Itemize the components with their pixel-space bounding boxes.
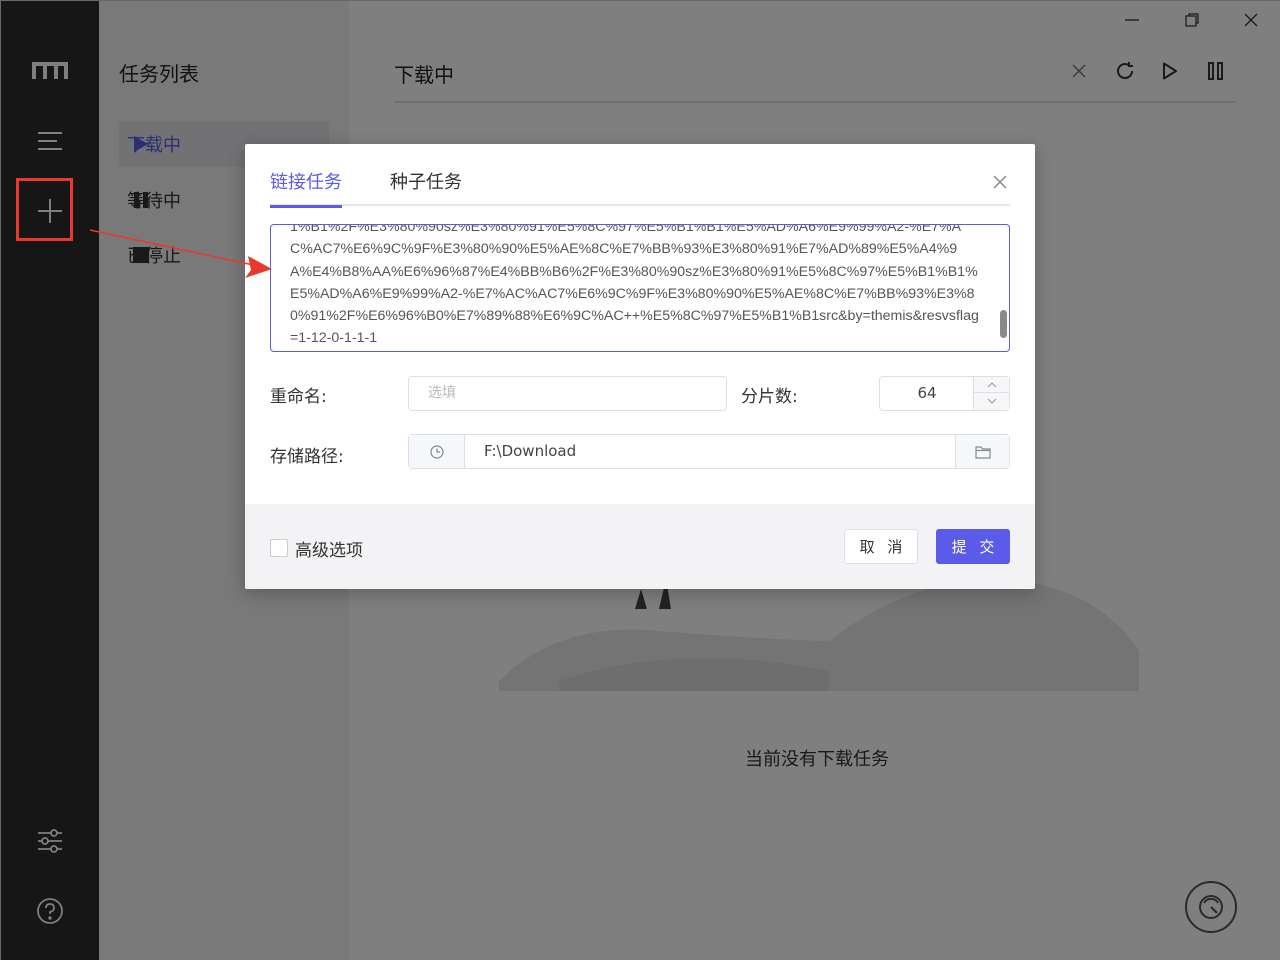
chevron-down-icon[interactable] <box>974 393 1009 409</box>
annotation-highlight-box <box>16 178 73 241</box>
dialog-close-icon[interactable] <box>990 172 1010 192</box>
rename-input[interactable]: 选填 <box>408 376 727 411</box>
split-label: 分片数: <box>741 387 798 407</box>
path-label: 存储路径: <box>270 447 344 467</box>
dialog-footer: 高级选项 取 消 提 交 <box>245 504 1035 589</box>
stepper-controls <box>973 377 1009 410</box>
cancel-button[interactable]: 取 消 <box>844 529 918 564</box>
url-text: 1%B1%2F%E3%80%90sz%E3%80%91%E5%8C%97%E5%… <box>290 224 979 347</box>
chevron-up-icon[interactable] <box>974 377 1009 393</box>
history-icon[interactable] <box>409 435 465 468</box>
add-task-dialog: 链接任务 种子任务 1%B1%2F%E3%80%90sz%E3%80%91%E5… <box>245 144 1035 589</box>
url-textarea[interactable]: 1%B1%2F%E3%80%90sz%E3%80%91%E5%8C%97%E5%… <box>270 224 1010 352</box>
submit-button[interactable]: 提 交 <box>936 529 1010 564</box>
rename-label: 重命名: <box>270 387 327 407</box>
advanced-options-label[interactable]: 高级选项 <box>295 536 363 561</box>
tab-torrent-task[interactable]: 种子任务 <box>390 172 462 206</box>
split-stepper[interactable]: 64 <box>879 376 1010 411</box>
advanced-options-checkbox[interactable] <box>270 539 288 557</box>
dialog-tabs: 链接任务 种子任务 <box>270 172 1010 208</box>
path-field[interactable]: F:\Download <box>408 434 1010 469</box>
tab-link-task[interactable]: 链接任务 <box>270 172 342 208</box>
path-value: F:\Download <box>484 442 577 460</box>
textarea-scrollbar[interactable] <box>1000 310 1007 338</box>
split-value: 64 <box>917 384 937 402</box>
folder-icon[interactable] <box>955 435 1009 468</box>
